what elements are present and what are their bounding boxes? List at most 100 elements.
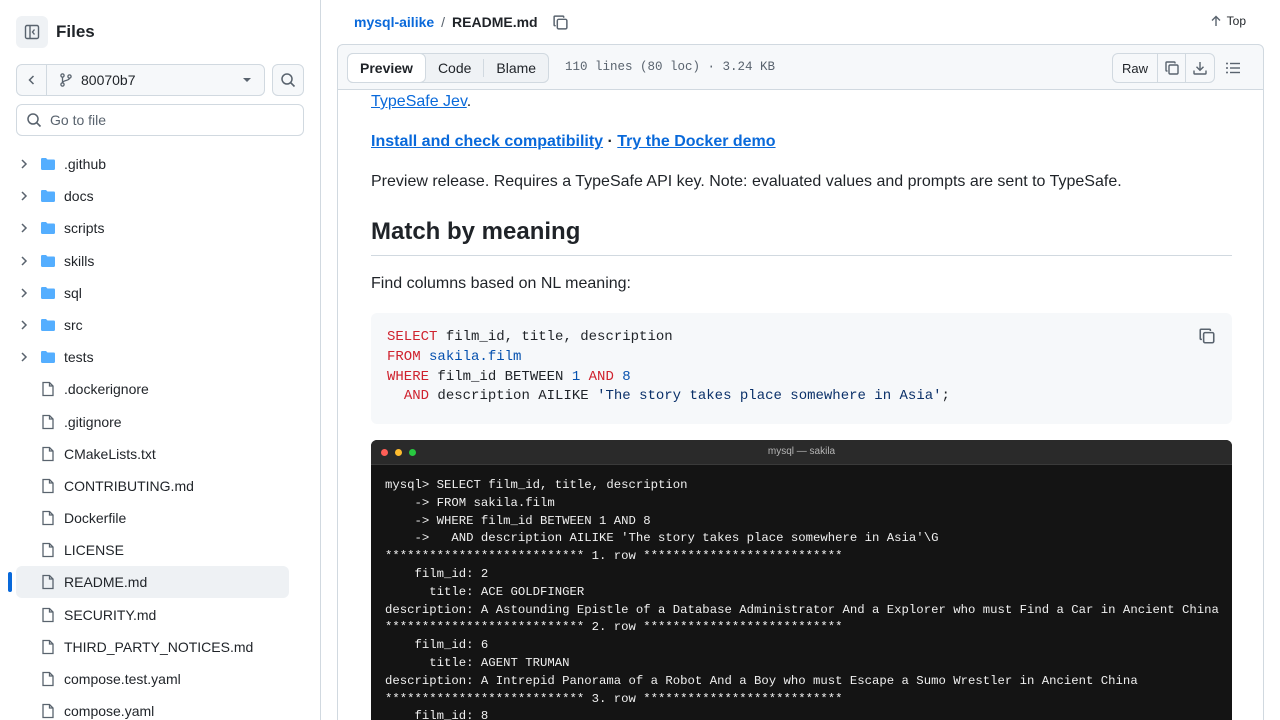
tree-folder[interactable]: .github: [0, 148, 320, 180]
go-to-file-field[interactable]: [16, 104, 304, 136]
chevron-right-icon: [21, 320, 28, 330]
chevron-left-icon: [27, 75, 34, 85]
tree-item-label: src: [64, 316, 83, 333]
link-separator: ·: [603, 133, 618, 150]
active-indicator: [8, 572, 12, 593]
tree-item-label: README.md: [64, 574, 148, 591]
terminal-line: -> WHERE film_id BETWEEN 1 AND 8: [385, 513, 651, 528]
sidebar-title: Files: [56, 21, 95, 41]
search-icon: [281, 73, 296, 88]
tree-item-label: Dockerfile: [64, 510, 127, 527]
file-icon: [42, 382, 54, 397]
typesafe-link[interactable]: TypeSafe Jev: [371, 93, 467, 110]
terminal-line: description: A Intrepid Panorama of a Ro…: [385, 673, 1138, 688]
chevron-right-icon: [21, 223, 28, 233]
tree-item-label: CONTRIBUTING.md: [64, 477, 194, 494]
terminal-line: film_id: 6: [385, 638, 489, 653]
back-button[interactable]: [17, 65, 47, 95]
code-line: WHERE film_id BETWEEN 1 AND 8: [387, 368, 631, 385]
install-link[interactable]: Install and check compatibility: [371, 133, 603, 150]
arrow-up-icon: [1211, 15, 1221, 26]
terminal-line: film_id: 8: [385, 709, 489, 720]
go-to-file-input[interactable]: [50, 112, 290, 128]
readme-content: TypeSafe Jev. Install and check compatib…: [337, 90, 1264, 720]
terminal-line: *************************** 3. row *****…: [385, 691, 843, 706]
tab-code[interactable]: Code: [426, 54, 483, 82]
intro-line: TypeSafe Jev.: [371, 92, 471, 112]
branch-name: 80070b7: [81, 72, 136, 88]
copy-code-icon[interactable]: [1198, 327, 1216, 345]
code-line: AND description AILIKE 'The story takes …: [403, 388, 950, 405]
tab-blame[interactable]: Blame: [484, 54, 548, 82]
file-icon: [42, 704, 54, 719]
download-icon: [1193, 62, 1207, 75]
tab-preview[interactable]: Preview: [347, 53, 426, 83]
terminal-screenshot: mysql — sakila mysql> SELECT film_id, ti…: [371, 440, 1232, 720]
tree-item-label: .dockerignore: [64, 381, 149, 398]
terminal-line: *************************** 1. row *****…: [385, 549, 843, 564]
tree-file[interactable]: THIRD_PARTY_NOTICES.md: [0, 631, 320, 663]
chevron-right-icon: [21, 159, 28, 169]
folder-icon: [41, 254, 55, 267]
terminal-line: *************************** 2. row *****…: [385, 620, 843, 635]
tree-file[interactable]: CMakeLists.txt: [0, 438, 320, 470]
tree-file[interactable]: LICENSE: [0, 534, 320, 566]
copy-raw-button[interactable]: [1158, 54, 1186, 82]
tree-item-label: CMakeLists.txt: [64, 445, 156, 462]
chevron-right-icon: [21, 352, 28, 362]
tree-file[interactable]: .gitignore: [0, 406, 320, 438]
terminal-line: title: AGENT TRUMAN: [385, 655, 570, 670]
copy-path-button[interactable]: [552, 13, 570, 31]
tree-file[interactable]: SECURITY.md: [0, 599, 320, 631]
raw-button[interactable]: Raw: [1113, 54, 1158, 82]
search-button[interactable]: [272, 64, 304, 96]
tree-file[interactable]: compose.test.yaml: [0, 663, 320, 695]
tree-folder[interactable]: skills: [0, 245, 320, 277]
code-line: FROM sakila.film: [387, 348, 522, 365]
breadcrumb-repo-link[interactable]: mysql-ailike: [354, 14, 434, 30]
file-view: mysql-ailike / README.md Top Preview Cod…: [337, 0, 1264, 720]
tree-item-label: THIRD_PARTY_NOTICES.md: [64, 638, 254, 655]
folder-icon: [41, 351, 55, 364]
tree-folder[interactable]: tests: [0, 341, 320, 373]
search-icon: [27, 113, 42, 128]
branch-selector[interactable]: 80070b7: [47, 72, 264, 88]
copy-icon: [1164, 61, 1179, 75]
tree-item-label: docs: [64, 188, 94, 205]
file-icon: [42, 510, 54, 526]
collapse-sidebar-button[interactable]: [16, 15, 48, 48]
file-icon: [42, 575, 54, 590]
file-icon: [42, 671, 54, 687]
tree-file[interactable]: README.md: [0, 566, 320, 599]
folder-icon: [41, 190, 55, 203]
sql-code-block: SELECT film_id, title, description FROM s…: [371, 313, 1232, 424]
tree-file[interactable]: compose.yaml: [0, 695, 320, 720]
preview-note: Preview release. Requires a TypeSafe API…: [371, 173, 1122, 190]
find-columns-text: Find columns based on NL meaning:: [371, 275, 631, 292]
docker-demo-link[interactable]: Try the Docker demo: [617, 133, 775, 150]
folder-icon: [41, 286, 55, 299]
back-to-top-link[interactable]: Top: [1210, 14, 1246, 28]
tree-file[interactable]: .dockerignore: [0, 373, 320, 405]
terminal-line: description: A Astounding Epistle of a D…: [385, 602, 1219, 617]
breadcrumb-separator: /: [441, 14, 446, 30]
tree-file[interactable]: CONTRIBUTING.md: [0, 470, 320, 502]
tree-item-label: SECURITY.md: [64, 606, 157, 623]
section-heading: Match by meaning: [371, 217, 1232, 256]
terminal-line: film_id: 2: [385, 566, 489, 581]
terminal-line: mysql> SELECT film_id, title, descriptio…: [385, 478, 688, 492]
file-tree: .github docs scripts skills sql src tests .dock…: [0, 148, 320, 720]
outline-list-icon[interactable]: [1225, 60, 1241, 76]
period: .: [466, 93, 472, 110]
tree-file[interactable]: Dockerfile: [0, 502, 320, 534]
tree-folder[interactable]: scripts: [0, 212, 320, 244]
code-line: SELECT film_id, title, description: [387, 329, 673, 345]
file-stats: 110 lines (80 loc) · 3.24 KB: [565, 60, 776, 74]
tree-folder[interactable]: docs: [0, 180, 320, 212]
tree-folder[interactable]: src: [0, 309, 320, 341]
tree-item-label: compose.yaml: [64, 703, 155, 720]
file-icon: [42, 607, 54, 622]
chevron-right-icon: [21, 256, 28, 266]
tree-folder[interactable]: sql: [0, 277, 320, 309]
download-button[interactable]: [1186, 54, 1214, 82]
